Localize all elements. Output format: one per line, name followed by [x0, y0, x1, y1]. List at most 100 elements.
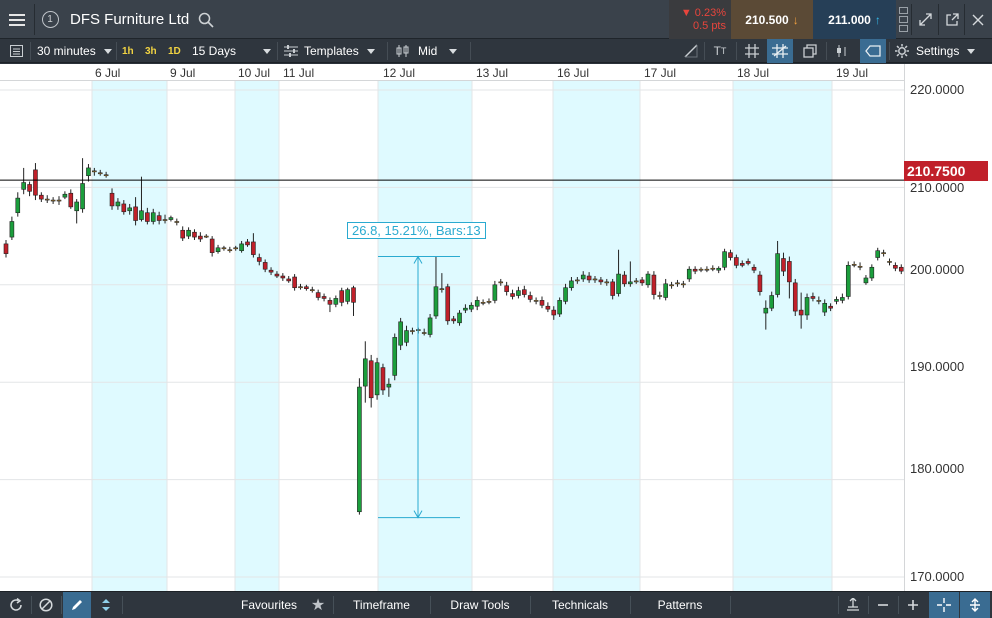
settings-label: Settings: [916, 44, 960, 58]
candle-body: [610, 281, 615, 296]
text-size-icon[interactable]: TT: [710, 39, 730, 63]
candle-body: [651, 274, 657, 295]
popout-icon[interactable]: [939, 0, 965, 39]
sell-price-button[interactable]: 210.500 ↓: [731, 0, 813, 39]
sort-arrows-icon[interactable]: [94, 592, 118, 618]
draw-tools-button[interactable]: Draw Tools: [431, 592, 529, 618]
candle-body: [192, 231, 197, 238]
candle-body: [822, 303, 828, 313]
vertical-resize-icon[interactable]: [960, 592, 990, 618]
candle-body: [769, 295, 775, 309]
candle-body: [604, 281, 610, 284]
candle-body: [274, 273, 280, 277]
close-icon[interactable]: [965, 0, 991, 39]
interval-dropdown[interactable]: 30 minutes: [37, 39, 112, 63]
technicals-button[interactable]: Technicals: [531, 592, 629, 618]
up-arrow-icon: ↑: [874, 12, 881, 27]
range-dropdown[interactable]: 15 Days: [192, 39, 272, 63]
candle-body: [427, 317, 433, 335]
favourites-button[interactable]: Favourites: [234, 592, 304, 618]
candle-body: [598, 279, 604, 283]
candle-body: [368, 360, 374, 399]
separator: [889, 42, 890, 60]
candle-body: [580, 274, 586, 280]
candle-body: [186, 229, 191, 237]
pencil-icon[interactable]: [63, 592, 91, 618]
interval-value: 30 minutes: [37, 44, 96, 58]
candle-body: [745, 261, 751, 264]
candle-body: [893, 265, 898, 269]
candle-body: [845, 265, 851, 297]
overlay-icon[interactable]: [800, 39, 820, 63]
resize-icon[interactable]: [912, 0, 938, 39]
refresh-icon[interactable]: [4, 592, 28, 618]
separator: [387, 42, 388, 60]
candle-body: [421, 332, 427, 334]
title-bar: 1 DFS Furniture Ltd ▼ 0.23% 0.5 pts 210.…: [0, 0, 992, 39]
star-icon[interactable]: ★: [305, 592, 331, 618]
interval-1h-button[interactable]: 1h: [122, 39, 134, 63]
candle-body: [298, 286, 303, 289]
x-tick-label: 13 Jul: [476, 66, 509, 80]
layout-icon[interactable]: [898, 0, 908, 39]
price-type-dropdown[interactable]: Mid: [396, 39, 458, 63]
y-tick-label: 190.0000: [910, 359, 965, 374]
patterns-button[interactable]: Patterns: [631, 592, 729, 618]
candle-body: [327, 300, 333, 305]
candle-body: [103, 174, 109, 177]
chart-canvas[interactable]: [0, 64, 905, 591]
hamburger-icon[interactable]: [0, 0, 34, 39]
candle-body: [215, 247, 221, 252]
candle-body: [675, 282, 680, 285]
draw-line-icon[interactable]: [681, 39, 701, 63]
list-icon[interactable]: [6, 39, 26, 63]
interval-1d-button[interactable]: 1D: [168, 39, 181, 63]
separator: [277, 42, 278, 60]
candle-body: [127, 207, 132, 212]
candle-body: [757, 274, 763, 292]
instrument-name[interactable]: DFS Furniture Ltd: [70, 0, 200, 39]
buy-price-button[interactable]: 211.000 ↑: [813, 0, 896, 39]
interval-3h-button[interactable]: 3h: [145, 39, 157, 63]
separator: [470, 42, 471, 60]
crosshair-icon[interactable]: [929, 592, 959, 618]
separator: [736, 42, 737, 60]
down-arrow-icon: ↓: [792, 12, 799, 27]
y-tick-label: 200.0000: [910, 262, 965, 277]
y-tick-label: 220.0000: [910, 82, 965, 97]
candle-body: [516, 290, 521, 296]
chevron-down-icon: [263, 48, 272, 54]
disable-icon[interactable]: [34, 592, 58, 618]
label-tag-icon[interactable]: [860, 39, 886, 63]
candle-body: [457, 312, 462, 324]
search-icon[interactable]: [196, 0, 216, 39]
fit-chart-icon[interactable]: [840, 592, 866, 618]
measure-tool-label[interactable]: 26.8, 15.21%, Bars:13: [347, 222, 486, 239]
candle-body: [486, 301, 492, 303]
templates-dropdown[interactable]: Templates: [284, 39, 375, 63]
session-band: [92, 81, 167, 591]
candle-body: [68, 192, 74, 208]
candle-body: [751, 266, 757, 271]
candle-body: [44, 198, 50, 201]
price-axis[interactable]: [904, 64, 992, 591]
crosshair-grid-icon[interactable]: [767, 39, 793, 63]
chart-toolbar: 30 minutes 1h 3h 1D 15 Days Templates Mi…: [0, 39, 992, 63]
separator: [122, 596, 123, 614]
candle-body: [74, 201, 79, 212]
session-band: [733, 81, 832, 591]
candle-body: [398, 321, 403, 346]
candle-body: [392, 337, 398, 376]
zoom-out-icon[interactable]: [869, 592, 897, 618]
price-chart[interactable]: 6 Jul 9 Jul 10 Jul 11 Jul 12 Jul 13 Jul …: [0, 64, 992, 591]
timeframe-button[interactable]: Timeframe: [334, 592, 429, 618]
candle-body: [380, 367, 386, 391]
settings-button[interactable]: Settings: [895, 39, 976, 63]
candle-style-icon[interactable]: [832, 39, 852, 63]
zoom-in-icon[interactable]: [899, 592, 927, 618]
x-tick-label: 9 Jul: [170, 66, 196, 80]
window-number-icon[interactable]: 1: [36, 0, 64, 39]
grid-icon[interactable]: [742, 39, 762, 63]
candle-body: [357, 386, 362, 513]
candle-body: [657, 295, 663, 297]
